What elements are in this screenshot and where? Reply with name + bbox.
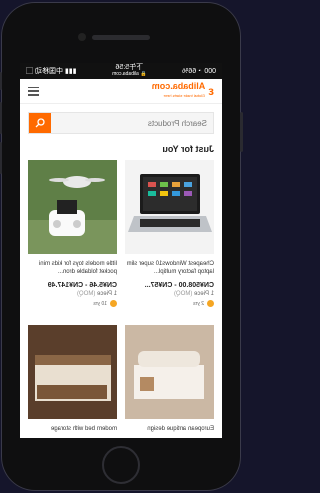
- supplier-years: 10 yrs: [28, 300, 117, 307]
- search-bar: [28, 112, 214, 134]
- product-card[interactable]: European antique design: [125, 315, 214, 438]
- app-header: ε Alibaba.com Global trade starts here: [20, 79, 222, 104]
- phone-volume-down: [0, 142, 2, 174]
- hamburger-menu-icon[interactable]: [28, 86, 39, 96]
- phone-side-button: [0, 72, 2, 90]
- product-grid: Cheapest Windows10 super slim laptop fac…: [20, 160, 222, 438]
- product-title: European antique design: [147, 426, 214, 432]
- product-title: modern bed with storage: [50, 426, 117, 432]
- gold-supplier-icon: [110, 300, 117, 307]
- status-carrier-left: 000 ◔ 66%: [182, 67, 216, 75]
- search-icon: [35, 118, 45, 128]
- gold-supplier-icon: [207, 300, 214, 307]
- supplier-years: 2 yrs: [125, 300, 214, 307]
- product-moq: 1 Piece (MOQ): [173, 291, 214, 297]
- phone-power-button: [240, 112, 243, 152]
- product-card[interactable]: little models toys for kids mini pocket …: [28, 160, 117, 307]
- status-domain: 🔒 alibaba.com: [112, 71, 147, 77]
- product-moq: 1 Piece (MOQ): [76, 291, 117, 297]
- drone-image: [28, 160, 117, 254]
- earpiece-speaker: [92, 35, 150, 40]
- bedroom-image: [125, 325, 214, 419]
- phone-volume-up: [0, 102, 2, 134]
- search-input[interactable]: [51, 113, 213, 133]
- product-price: CN¥5.46 - CN¥147.49: [47, 282, 117, 289]
- bed-storage-image: [28, 325, 117, 419]
- status-bar: 000 ◔ 66% 下午5:56 🔒 alibaba.com ▮▮▮ 中国移动 …: [20, 63, 222, 79]
- alibaba-logo-text: Alibaba.com Global trade starts here: [151, 81, 206, 98]
- product-title: little models toys for kids mini pocket …: [38, 261, 117, 275]
- status-center: 下午5:56 🔒 alibaba.com: [112, 64, 147, 78]
- search-button[interactable]: [29, 113, 51, 133]
- laptop-image: [125, 160, 214, 254]
- section-title: Just for You: [162, 144, 214, 154]
- alibaba-logo-icon: ε: [208, 84, 214, 98]
- alibaba-logo[interactable]: ε Alibaba.com Global trade starts here: [151, 81, 214, 100]
- product-price: CN¥508.00 - CN¥57...: [144, 282, 214, 289]
- front-camera: [78, 33, 86, 41]
- product-card[interactable]: modern bed with storage: [28, 315, 117, 438]
- product-title: Cheapest Windows10 super slim laptop fac…: [126, 261, 214, 275]
- home-button[interactable]: [102, 446, 140, 484]
- screen: 000 ◔ 66% 下午5:56 🔒 alibaba.com ▮▮▮ 中国移动 …: [20, 63, 222, 438]
- product-card[interactable]: Cheapest Windows10 super slim laptop fac…: [125, 160, 214, 307]
- status-time: 下午5:56: [115, 64, 144, 71]
- status-carrier-right: ▮▮▮ 中国移动 ▢: [26, 68, 77, 75]
- mirrored-content: 000 ◔ 66% 下午5:56 🔒 alibaba.com ▮▮▮ 中国移动 …: [20, 63, 222, 438]
